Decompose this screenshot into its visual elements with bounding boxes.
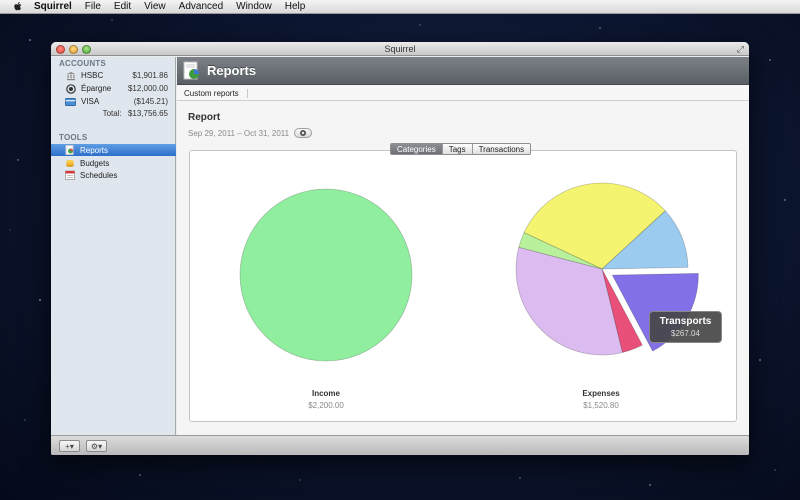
date-range-text: Sep 29, 2011 – Oct 31, 2011	[188, 128, 290, 138]
tool-label: Schedules	[80, 170, 118, 180]
credit-card-icon	[65, 97, 76, 107]
expenses-chart-title: Expenses	[582, 389, 620, 398]
minimize-button[interactable]	[69, 45, 78, 54]
budgets-icon	[65, 158, 75, 168]
window-controls	[56, 45, 91, 54]
segment-tags[interactable]: Tags	[443, 144, 473, 154]
bank-icon	[65, 71, 76, 81]
close-button[interactable]	[56, 45, 65, 54]
title-bar[interactable]: Squirrel ⤢	[51, 42, 749, 56]
menu-edit[interactable]: Edit	[114, 1, 131, 12]
tab-custom-reports[interactable]: Custom reports	[177, 88, 248, 98]
income-chart-total: $2,200.00	[308, 401, 344, 410]
zoom-button[interactable]	[82, 45, 91, 54]
account-balance: ($145.21)	[133, 97, 168, 106]
total-label: Total:	[102, 109, 122, 118]
settings-menu-button[interactable]: ⚙▾	[86, 440, 107, 452]
reports-header-icon	[183, 61, 201, 81]
menu-file[interactable]: File	[85, 1, 101, 12]
expenses-chart-total: $1,520.80	[583, 401, 619, 410]
account-item-hsbc[interactable]: HSBC $1,901.86	[51, 69, 176, 82]
account-item-epargne[interactable]: Épargne $12,000.00	[51, 82, 176, 95]
tools-header: TOOLS	[59, 133, 88, 142]
sidebar: ACCOUNTS HSBC $1,901.86 Épargne $12,000.…	[51, 57, 176, 435]
income-chart-title: Income	[311, 389, 340, 398]
report-date-range: Sep 29, 2011 – Oct 31, 2011	[188, 128, 313, 138]
pie-charts	[239, 182, 699, 362]
menu-advanced[interactable]: Advanced	[179, 1, 223, 12]
main-content: Reports Custom reports Report Sep 29, 20…	[177, 57, 749, 435]
account-name: HSBC	[81, 71, 104, 80]
slice-tooltip: Transports $267.04	[649, 311, 722, 343]
accounts-header: ACCOUNTS	[59, 59, 106, 68]
app-window: Squirrel ⤢ ACCOUNTS HSBC $1,901.86 Éparg…	[51, 42, 749, 455]
accounts-total: Total: $13,756.65	[51, 109, 176, 118]
segment-categories[interactable]: Categories	[391, 144, 443, 154]
reports-icon	[65, 145, 75, 155]
menu-window[interactable]: Window	[236, 1, 272, 12]
sidebar-item-budgets[interactable]: Budgets	[51, 157, 176, 169]
total-amount: $13,756.65	[127, 109, 168, 118]
account-balance: $1,901.86	[132, 71, 168, 80]
account-item-visa[interactable]: VISA ($145.21)	[51, 95, 176, 108]
account-balance: $12,000.00	[127, 84, 168, 93]
subtab-bar: Custom reports	[177, 86, 749, 101]
segment-transactions[interactable]: Transactions	[473, 144, 530, 154]
income-pie-slice-0[interactable]	[239, 188, 413, 362]
content-header: Reports	[177, 57, 749, 85]
tooltip-value: $267.04	[671, 329, 700, 338]
apple-menu-icon[interactable]	[10, 1, 26, 12]
view-segmented-control: Categories Tags Transactions	[390, 143, 532, 155]
menu-help[interactable]: Help	[285, 1, 306, 12]
window-title: Squirrel	[384, 43, 416, 54]
add-menu-button[interactable]: +▾	[59, 440, 80, 452]
gear-icon	[300, 130, 307, 136]
fullscreen-icon[interactable]: ⤢	[737, 44, 744, 55]
account-name: Épargne	[81, 84, 112, 93]
menu-app-name[interactable]: Squirrel	[34, 1, 72, 12]
report-panel: Income $2,200.00 Expenses $1,520.80 Tran…	[189, 150, 737, 422]
menu-view[interactable]: View	[144, 1, 166, 12]
sidebar-item-reports[interactable]: Reports	[51, 144, 176, 156]
tooltip-name: Transports	[659, 316, 712, 327]
page-title: Reports	[207, 63, 257, 78]
tool-label: Reports	[80, 145, 109, 155]
sidebar-item-schedules[interactable]: Schedules	[51, 169, 176, 181]
report-title: Report	[188, 112, 221, 123]
report-options-button[interactable]	[294, 128, 313, 138]
savings-icon	[65, 83, 76, 94]
bottom-toolbar: +▾ ⚙▾	[51, 435, 749, 455]
schedules-icon	[65, 170, 75, 180]
tool-label: Budgets	[80, 158, 110, 168]
account-name: VISA	[81, 97, 100, 106]
menu-bar: Squirrel File Edit View Advanced Window …	[0, 0, 800, 14]
